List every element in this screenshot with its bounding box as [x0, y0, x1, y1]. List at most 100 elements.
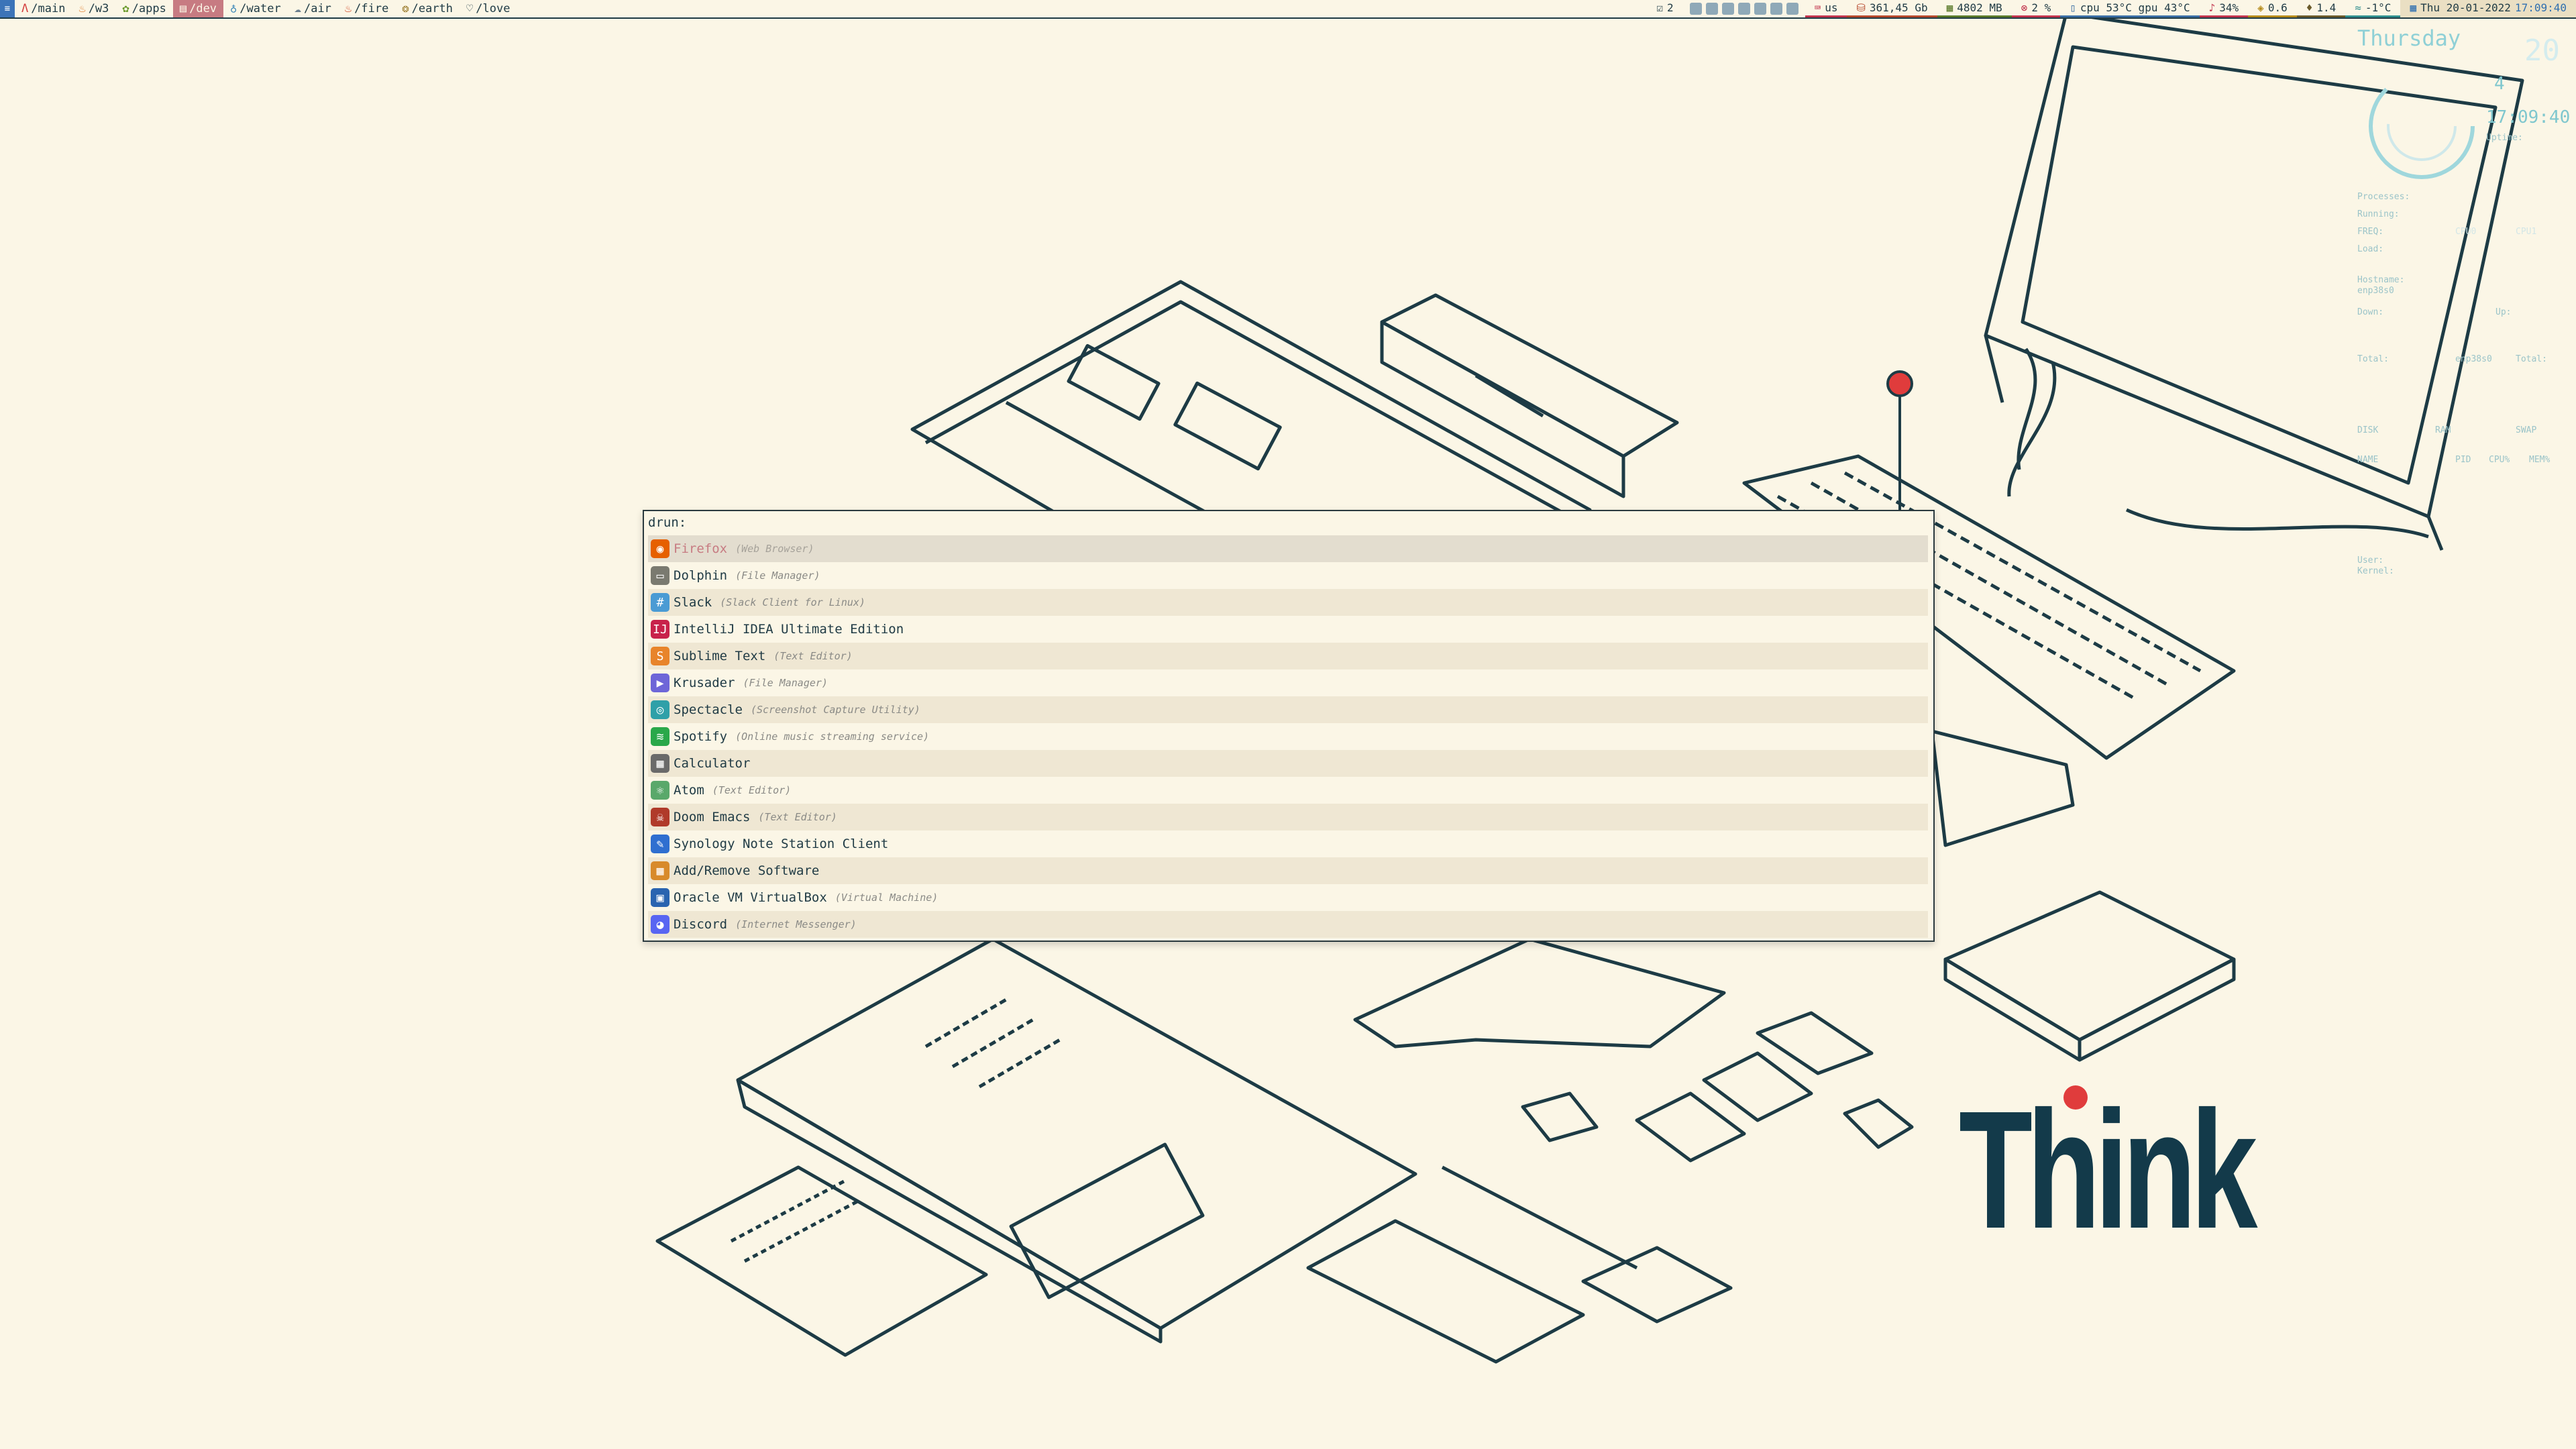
systray-app-icon[interactable] [1754, 3, 1766, 15]
list-item[interactable]: IJ IntelliJ IDEA Ultimate Edition [648, 616, 1928, 643]
workspace-fire[interactable]: ♨/fire [338, 0, 395, 17]
app-name: Spotify [674, 729, 728, 744]
volume-text: 34% [2219, 1, 2239, 14]
weather-icon: ≈ [2355, 1, 2361, 14]
list-item[interactable]: ◉ Firefox (Web Browser) [648, 535, 1928, 562]
conky-pid-col: PID [2455, 455, 2471, 465]
keyboard-layout-icon: ⌨ [1814, 1, 1821, 14]
clock-time: 17:09:40 [2514, 1, 2567, 14]
app-name: Slack [674, 595, 712, 610]
updates-text: 2 % [2031, 1, 2051, 14]
systray-network-icon[interactable] [1737, 3, 1750, 15]
disk-module[interactable]: ⛁ 361,45 Gb [1847, 0, 1937, 17]
list-item[interactable]: S Sublime Text (Text Editor) [648, 643, 1928, 669]
list-item[interactable]: ✎ Synology Note Station Client [648, 830, 1928, 857]
workspace-label: /air [303, 2, 331, 15]
dolphin-icon: ▭ [651, 566, 669, 585]
workspace-label: /apps [131, 2, 166, 15]
wallpaper-heatsink-frame-2 [1702, 1051, 1813, 1122]
temps-module[interactable]: ▯ cpu 53°C gpu 43°C [2060, 0, 2200, 17]
status-modules: ⌨ us ⛁ 361,45 Gb ▦ 4802 MB ⊗ 2 % ▯ cpu 53°C gpu 4… [1805, 0, 2401, 17]
systray-volume-icon[interactable] [1721, 3, 1734, 15]
conky-swap: SWAP [2516, 425, 2537, 435]
wallpaper-small-bracket [1843, 1098, 1914, 1149]
krusader-icon: ▶ [651, 674, 669, 692]
app-description: (Web Browser) [735, 543, 814, 555]
notification-icon: ☑ [1656, 1, 1663, 14]
temps-text: cpu 53°C gpu 43°C [2080, 1, 2190, 14]
app-name: Atom [674, 783, 704, 798]
workspace-apps[interactable]: ✿/apps [115, 0, 172, 17]
updates-module[interactable]: ⊗ 2 % [2011, 0, 2061, 17]
app-description: (Online music streaming service) [735, 731, 930, 743]
add-remove-software-icon: ▦ [651, 861, 669, 880]
battery-module[interactable]: ♦ 1.4 [2296, 0, 2346, 17]
list-item[interactable]: # Slack (Slack Client for Linux) [648, 589, 1928, 616]
load-icon: ◈ [2257, 1, 2264, 14]
spectacle-icon: ◎ [651, 700, 669, 719]
disk-text: 361,45 Gb [1869, 1, 1928, 14]
conky-cpu1: CPU1 [2516, 227, 2537, 237]
menu-icon[interactable]: ≡ [0, 0, 15, 17]
wallpaper-card [1521, 1091, 1599, 1142]
keyboard-layout-module[interactable]: ⌨ us [1805, 0, 1847, 17]
list-item[interactable]: ▣ Oracle VM VirtualBox (Virtual Machine) [648, 884, 1928, 911]
slack-icon: # [651, 593, 669, 612]
firefox-icon: ◉ [651, 539, 669, 558]
systray-app-icon[interactable] [1770, 3, 1782, 15]
workspace-air[interactable]: ☁/air [288, 0, 338, 17]
list-item[interactable]: ▦ Calculator [648, 750, 1928, 777]
conky-load: Load: [2357, 244, 2384, 254]
workspace-label: /main [31, 2, 66, 15]
conky-day: Thursday [2357, 25, 2461, 51]
list-item[interactable]: ≋ Spotify (Online music streaming service) [648, 723, 1928, 750]
rofi-drun-launcher: drun: ◉ Firefox (Web Browser) ▭ Dolphin (File… [643, 510, 1935, 942]
conky-date-num: 4 [2494, 74, 2505, 94]
conky-disk: DISK [2357, 425, 2379, 435]
load-module[interactable]: ◈ 0.6 [2248, 0, 2297, 17]
conky-cpu-col: CPU% [2489, 455, 2510, 465]
list-item[interactable]: ◕ Discord (Internet Messenger) [648, 911, 1928, 938]
app-list: ◉ Firefox (Web Browser) ▭ Dolphin (File Manag… [648, 535, 1928, 938]
list-item[interactable]: ☠ Doom Emacs (Text Editor) [648, 804, 1928, 830]
volume-module[interactable]: ♪ 34% [2199, 0, 2249, 17]
synology-note-icon: ✎ [651, 835, 669, 853]
clock-date: Thu 20-01-2022 [2420, 1, 2511, 14]
clock-module[interactable]: ▦ Thu 20-01-2022 17:09:40 [2400, 0, 2576, 17]
notification-count-text: 2 [1666, 1, 1674, 14]
systray-app-icon[interactable] [1705, 3, 1718, 15]
app-description: (Slack Client for Linux) [720, 596, 865, 608]
list-item[interactable]: ◎ Spectacle (Screenshot Capture Utility) [648, 696, 1928, 723]
conky-total: Total: [2357, 354, 2389, 364]
wallpaper-battery [1380, 293, 1679, 498]
wallpaper-palmrest [1930, 729, 2075, 847]
conky-cpu0: CPU0 [2455, 227, 2477, 237]
app-name: Krusader [674, 676, 735, 690]
notification-count[interactable]: ☑ 2 [1647, 0, 1682, 17]
weather-module[interactable]: ≈ -1°C [2345, 0, 2401, 17]
list-item[interactable]: ▦ Add/Remove Software [648, 857, 1928, 884]
prompt-label: drun: [648, 515, 687, 530]
memory-module[interactable]: ▦ 4802 MB [1937, 0, 2012, 17]
workspace-earth[interactable]: ❂/earth [395, 0, 460, 17]
workspace-love[interactable]: ♡/love [460, 0, 517, 17]
conky-uptime: Uptime: [2486, 133, 2523, 143]
workspace-main[interactable]: Λ/main [15, 0, 72, 17]
search-input[interactable] [690, 515, 1230, 531]
spotify-icon: ≋ [651, 727, 669, 746]
workspace-w3[interactable]: ♨/w3 [72, 0, 115, 17]
top-panel: ≡ Λ/main ♨/w3 ✿/apps ▤/dev ♁/water ☁/air ♨/fir… [0, 0, 2576, 19]
systray-app-icon[interactable] [1786, 3, 1799, 15]
list-item[interactable]: ▭ Dolphin (File Manager) [648, 562, 1928, 589]
workspace-water[interactable]: ♁/water [223, 0, 288, 17]
list-item[interactable]: ▶ Krusader (File Manager) [648, 669, 1928, 696]
systray-app-icon[interactable] [1689, 3, 1702, 15]
wallpaper-touchpad [1306, 1219, 1585, 1364]
list-item[interactable]: ⚛ Atom (Text Editor) [648, 777, 1928, 804]
workspace-icon: ❂ [402, 2, 409, 15]
conky-user: User: [2357, 555, 2384, 566]
workspace-dev[interactable]: ▤/dev [172, 0, 224, 17]
workspace-icon: ♨ [344, 2, 352, 15]
trackpoint-cap-icon [1886, 370, 1913, 397]
app-description: (Screenshot Capture Utility) [750, 704, 920, 716]
